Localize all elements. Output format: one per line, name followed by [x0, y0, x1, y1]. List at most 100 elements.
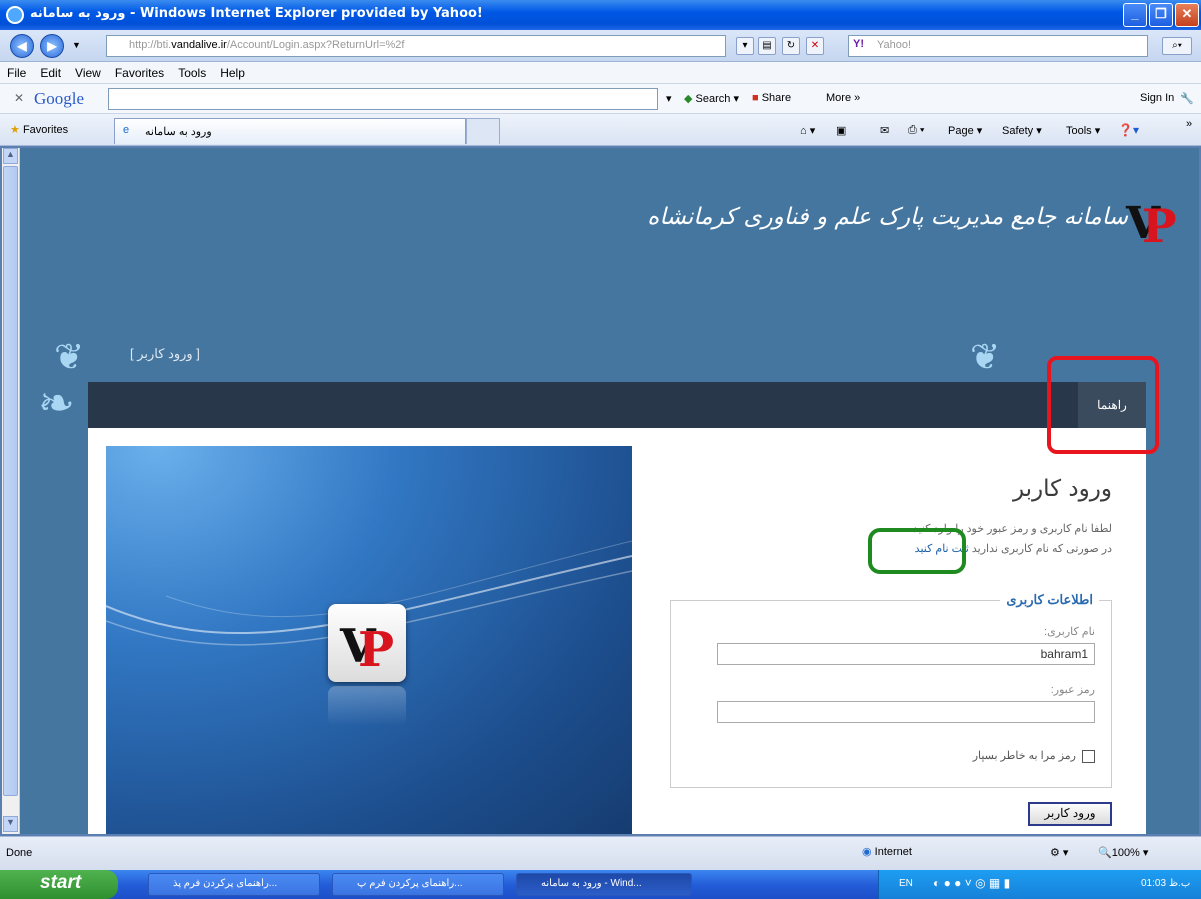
vp-icon-reflection [328, 686, 406, 726]
share-button[interactable]: ■ Share [752, 92, 791, 104]
back-button[interactable]: ◀ [10, 34, 34, 58]
vertical-scrollbar[interactable]: ▲ ▼ [2, 148, 20, 834]
system-tray: EN ◐ ● ● ˅ ◎ ▦ ▮ 01:03 ب.ظ [878, 870, 1201, 899]
zoom-label: 100% [1111, 847, 1140, 859]
site-logo: V P سامانه جامع مدیریت پارک علم و فناوری… [647, 192, 1180, 272]
menu-bar: File Edit View Favorites Tools Help [0, 62, 1201, 84]
forward-button[interactable]: ▶ [40, 34, 64, 58]
google-search-input[interactable] [108, 88, 658, 110]
protected-mode-icon[interactable]: ⚙ ▾ [1050, 846, 1068, 859]
taskbar-item-1[interactable]: راهنمای پرکردن فرم پذ... [148, 873, 320, 896]
close-toolbar-icon[interactable]: ✕ [14, 91, 24, 105]
close-button[interactable]: ✕ [1175, 3, 1199, 27]
tray-icons[interactable]: ◐ ● ● ˅ ◎ ▦ ▮ [933, 876, 1010, 890]
svg-text:P: P [1142, 199, 1177, 252]
login-title: ورود کاربر [1012, 476, 1112, 502]
star-icon: ★ [10, 124, 20, 136]
username-field[interactable]: bahram1 [717, 643, 1095, 665]
share-label: Share [761, 92, 792, 104]
browser-content: ▲ ▼ ❦ ❧ ❦ V P سامانه جامع مدیریت پارک عل… [0, 146, 1201, 836]
search-icon[interactable]: ⌕▾ [1162, 37, 1192, 55]
menu-favorites[interactable]: Favorites [108, 62, 171, 80]
language-indicator[interactable]: EN [899, 878, 913, 889]
window-title: ورود به سامانه - Windows Internet Explor… [30, 6, 483, 21]
address-dropdown-icon[interactable]: ▾ [736, 37, 754, 55]
help-icon[interactable]: ❓▾ [1118, 123, 1139, 137]
google-toolbar: ✕ Google ▾ ◆ Search ▾ ■ Share More » Sig… [0, 84, 1201, 114]
wrench-icon[interactable]: 🔧 [1180, 92, 1194, 105]
signin-button[interactable]: Sign In [1140, 92, 1174, 104]
safety-menu[interactable]: Safety ▾ [1002, 124, 1042, 137]
ornament-right: ❦ [970, 336, 1001, 377]
feeds-icon[interactable]: ▣ [836, 124, 846, 137]
google-search-button[interactable]: ◆ Search ▾ [684, 92, 739, 105]
tools-label: Tools [1066, 125, 1092, 137]
scroll-up-icon[interactable]: ▲ [3, 148, 18, 164]
scrollbar-thumb[interactable] [3, 166, 18, 796]
remember-checkbox[interactable] [1082, 749, 1095, 763]
status-bar: Done ◉ Internet ⚙ ▾ 🔍100% ▾ [0, 836, 1201, 870]
page-background: ❦ ❧ ❦ V P سامانه جامع مدیریت پارک علم و … [20, 148, 1199, 834]
vp-logo-icon: V P [1125, 198, 1177, 252]
panel-toolbar: راهنما [88, 382, 1146, 428]
login-panel: راهنما V P ورود کاربر لطفا نام کاربری و … [88, 382, 1146, 834]
username-label: نام کاربری: [1044, 626, 1095, 638]
breadcrumb: [ ورود کاربر ] [130, 346, 200, 361]
tab-title: ورود به سامانه [145, 126, 212, 138]
security-zone: ◉ Internet [862, 845, 912, 858]
menu-tools[interactable]: Tools [171, 62, 213, 80]
page-label: Page [948, 125, 974, 137]
login-button[interactable]: ورود کاربر [1028, 802, 1112, 826]
maximize-button[interactable]: ❐ [1149, 3, 1173, 27]
home-icon[interactable]: ⌂ ▾ [800, 124, 815, 137]
start-button[interactable]: start [0, 870, 118, 899]
ornament-left-vertical: ❧ [38, 379, 75, 428]
scroll-down-icon[interactable]: ▼ [3, 816, 18, 832]
favorites-label: Favorites [22, 124, 69, 136]
favorites-bar: ★ Favorites e ورود به سامانه ⌂ ▾ ▣ ✉ ⎙ ▾… [0, 114, 1201, 146]
zoom-control[interactable]: 🔍100% ▾ [1098, 846, 1148, 859]
minimize-button[interactable]: _ [1123, 3, 1147, 27]
browser-tab[interactable]: e ورود به سامانه [114, 118, 466, 144]
stop-icon[interactable]: ✕ [806, 37, 824, 55]
share-icon: ■ [752, 92, 759, 104]
zone-label: Internet [874, 846, 912, 858]
menu-view[interactable]: View [68, 62, 108, 80]
chevron-more-icon[interactable]: » [1186, 118, 1192, 130]
google-dropdown-icon[interactable]: ▾ [666, 92, 672, 105]
taskbar-item-2[interactable]: راهنمای پرکردن فرم پ... [332, 873, 504, 896]
remember-me[interactable]: رمز مرا به خاطر بسپار [973, 749, 1095, 763]
tools-menu[interactable]: Tools ▾ [1066, 124, 1100, 137]
ie-icon [6, 6, 24, 24]
new-tab-button[interactable] [466, 118, 500, 144]
compatibility-icon[interactable]: ▤ [758, 37, 776, 55]
history-dropdown-icon[interactable]: ▼ [72, 40, 81, 50]
favorites-button[interactable]: ★ Favorites [10, 123, 68, 136]
more-button[interactable]: More » [826, 92, 860, 104]
refresh-icon[interactable]: ↻ [782, 37, 800, 55]
taskbar-item-3[interactable]: ورود به سامانه - Wind... [516, 873, 692, 896]
url-host: vandalive.ir [171, 39, 227, 51]
page-menu[interactable]: Page ▾ [948, 124, 982, 137]
menu-help[interactable]: Help [213, 62, 252, 80]
address-toolbar: ◀ ▶ ▼ http://bti.vandalive.ir/Account/Lo… [0, 30, 1201, 62]
mail-icon[interactable]: ✉ [880, 124, 889, 137]
menu-edit[interactable]: Edit [33, 62, 68, 80]
clock: 01:03 ب.ظ [1141, 878, 1191, 889]
search-icon: ◆ [684, 93, 693, 105]
taskbar: start راهنمای پرکردن فرم پذ... راهنمای پ… [0, 870, 1201, 899]
safety-label: Safety [1002, 125, 1034, 137]
address-input[interactable]: http://bti.vandalive.ir/Account/Login.as… [106, 35, 726, 57]
url-prefix: http://bti. [129, 39, 172, 51]
site-logo-text: سامانه جامع مدیریت پارک علم و فناوری کرم… [647, 204, 1128, 230]
password-field[interactable] [717, 701, 1095, 723]
menu-file[interactable]: File [0, 62, 33, 80]
login-form-area: ورود کاربر لطفا نام کاربری و رمز عبور خو… [658, 470, 1128, 830]
remember-label: رمز مرا به خاطر بسپار [972, 750, 1076, 762]
print-icon[interactable]: ⎙ ▾ [908, 124, 924, 137]
ie-tab-icon: e [123, 124, 130, 136]
password-label: رمز عبور: [1050, 684, 1095, 696]
yahoo-icon: Y! [853, 38, 864, 50]
fieldset-legend: اطلاعات کاربری [1000, 592, 1099, 608]
yahoo-search-input[interactable]: Y! Yahoo! [848, 35, 1148, 57]
